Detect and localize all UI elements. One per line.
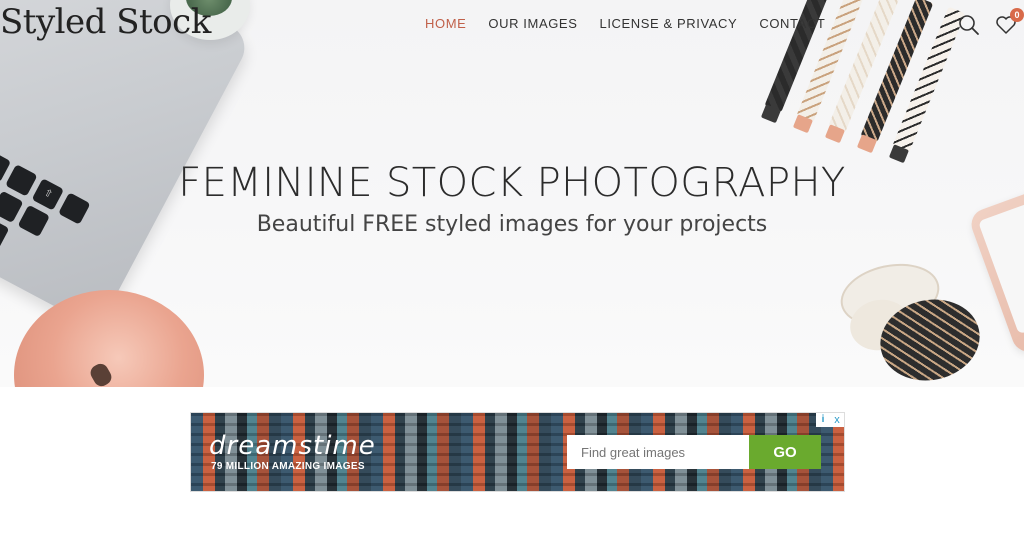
- site-logo[interactable]: Styled Stock: [0, 0, 211, 44]
- ad-close-icon[interactable]: x: [830, 413, 844, 427]
- nav-contact[interactable]: CONTACT: [759, 16, 825, 31]
- nav-our-images[interactable]: OUR IMAGES: [488, 16, 577, 31]
- hero-subtitle: Beautiful FREE styled images for your pr…: [256, 212, 768, 237]
- ad-go-button[interactable]: GO: [749, 435, 821, 469]
- ad-tagline: 79 MILLION AMAZING IMAGES: [211, 461, 365, 472]
- hero-title: FEMININE STOCK PHOTOGRAPHY: [178, 160, 846, 206]
- main-nav: HOME OUR IMAGES LICENSE & PRIVACY CONTAC…: [425, 16, 847, 31]
- nav-license-privacy[interactable]: LICENSE & PRIVACY: [599, 16, 737, 31]
- ad-banner[interactable]: dreamstime 79 MILLION AMAZING IMAGES GO …: [190, 412, 845, 492]
- ad-brand: dreamstime: [209, 431, 376, 461]
- search-icon[interactable]: [958, 14, 980, 36]
- nav-home[interactable]: HOME: [425, 16, 466, 31]
- ad-info-icon[interactable]: i: [816, 413, 830, 427]
- wishlist-count-badge: 0: [1010, 8, 1024, 22]
- ad-search-input[interactable]: [567, 435, 749, 469]
